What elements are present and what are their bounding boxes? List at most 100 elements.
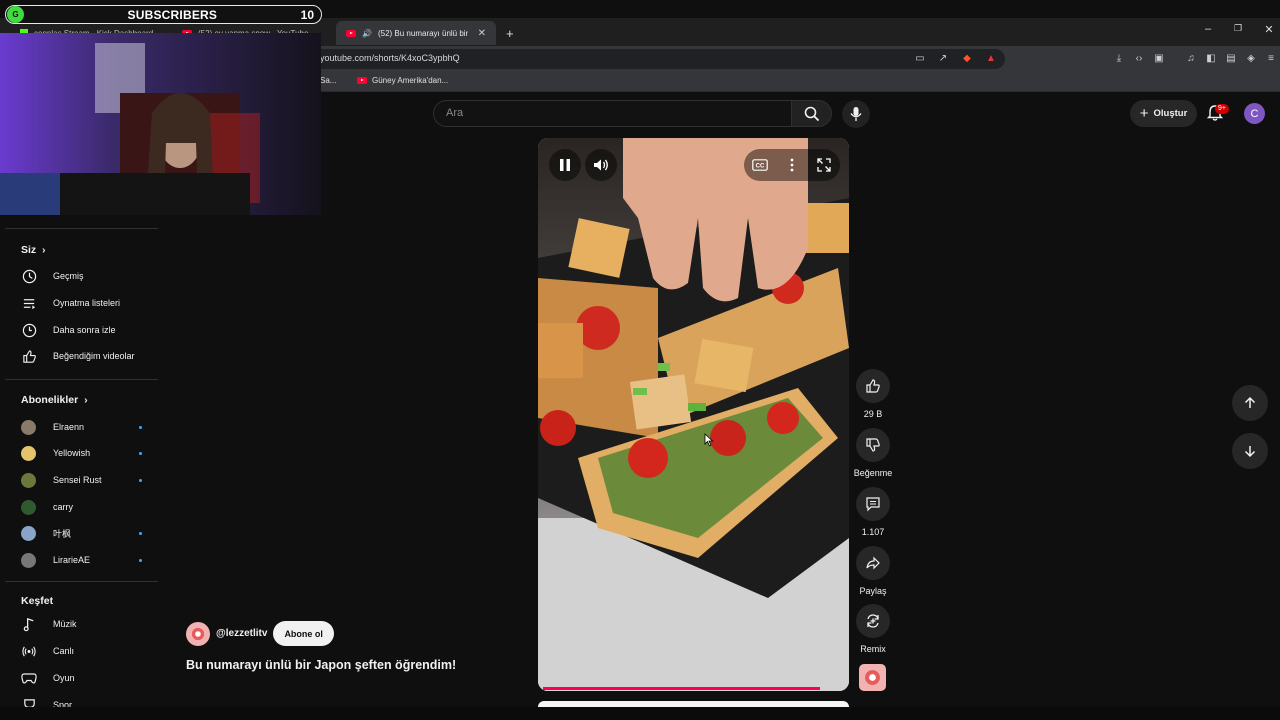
brave-rewards-icon[interactable]: ▲ <box>984 52 998 66</box>
volume-icon <box>594 159 608 171</box>
section-title: Siz <box>21 244 37 256</box>
volume-button[interactable] <box>585 149 617 181</box>
channel-avatar[interactable] <box>186 621 210 646</box>
channel-name: Sensei Rust <box>53 475 102 485</box>
webcam-overlay <box>0 33 321 215</box>
search-icon <box>804 106 819 121</box>
sidebar-section-subscriptions[interactable]: Abonelikler › <box>21 394 88 406</box>
sidebar-item-history[interactable]: Geçmiş <box>21 266 156 286</box>
youtube-icon <box>346 29 356 37</box>
channel-handle[interactable]: @lezzetlitv <box>216 628 267 639</box>
channel-logo-icon <box>865 670 880 685</box>
bookmark-item[interactable]: Sa... <box>320 76 336 85</box>
subscribe-button[interactable]: Abone ol <box>273 621 334 646</box>
arrow-up-icon <box>1244 396 1256 408</box>
sidebar-item-gaming[interactable]: Oyun <box>21 668 156 688</box>
sidebar-item-label: Beğendiğim videolar <box>53 351 135 361</box>
url-field[interactable]: youtube.com/shorts/K4xoC3ypbhQ <box>310 49 1005 69</box>
sidebar-item-music[interactable]: Müzik <box>21 614 156 634</box>
restore-icon[interactable]: ❐ <box>1228 23 1248 34</box>
playback-progress-bar[interactable] <box>543 687 820 690</box>
sidebar-item-channel[interactable]: carry <box>21 497 156 517</box>
plus-icon: + <box>1139 105 1149 122</box>
close-tab-icon[interactable]: ✕ <box>478 28 486 39</box>
cast-icon[interactable]: ▭ <box>913 52 927 66</box>
mouse-cursor-icon <box>704 433 714 447</box>
sidebar-item-label: Oynatma listeleri <box>53 298 121 308</box>
gaming-icon <box>21 670 37 686</box>
sidebar-toggle-icon[interactable]: ◧ <box>1204 52 1218 66</box>
vpn-icon[interactable]: ◈ <box>1244 52 1258 66</box>
new-content-dot <box>139 451 142 455</box>
sidebar-item-channel[interactable]: Yellowish <box>21 443 156 463</box>
comment-count: 1.107 <box>861 527 885 537</box>
remix-action[interactable]: Remix <box>853 604 893 654</box>
audio-playing-icon[interactable]: 🔊 <box>362 29 372 38</box>
share-page-icon[interactable]: ↗ <box>936 52 950 66</box>
shorts-video-player[interactable]: CC <box>538 138 849 691</box>
channel-row: @lezzetlitv Abone ol <box>186 621 334 646</box>
new-tab-button[interactable]: + <box>500 21 522 45</box>
account-avatar[interactable]: C <box>1244 103 1265 124</box>
microphone-icon <box>850 107 862 121</box>
new-content-dot <box>139 478 142 482</box>
previous-short-button[interactable] <box>1232 385 1268 421</box>
brave-shield-icon[interactable]: ◆ <box>960 52 974 66</box>
share-icon <box>866 556 880 570</box>
sidebar-section-you[interactable]: Siz › <box>21 244 46 256</box>
liked-videos-icon <box>21 348 37 364</box>
sidebar: Siz › Geçmiş Oynatma listeleri Daha sonr… <box>5 215 160 720</box>
menu-icon[interactable]: ≡ <box>1264 52 1278 66</box>
channel-avatar <box>21 525 36 541</box>
share-action[interactable]: Paylaş <box>853 546 893 596</box>
next-short-button[interactable] <box>1232 433 1268 469</box>
more-options-button[interactable] <box>783 157 801 173</box>
downloads-icon[interactable]: ⤓ <box>1112 52 1126 66</box>
sidebar-item-watch-later[interactable]: Daha sonra izle <box>21 320 156 340</box>
sound-thumbnail[interactable] <box>859 664 886 691</box>
new-content-dot <box>139 558 142 562</box>
search-placeholder: Ara <box>446 107 464 119</box>
bookmark-label: Sa... <box>320 76 337 85</box>
wallet-icon[interactable]: ▤ <box>1224 52 1238 66</box>
sidebar-item-liked-videos[interactable]: Beğendiğim videolar <box>21 346 156 366</box>
captions-button[interactable]: CC <box>751 157 769 173</box>
dislike-button[interactable] <box>856 428 890 462</box>
search-button[interactable] <box>792 100 832 127</box>
channel-name: LirarieAE <box>53 555 91 565</box>
search-input[interactable]: Ara <box>433 100 792 127</box>
sidebar-item-channel[interactable]: Elraenn <box>21 417 156 437</box>
sidebar-item-playlists[interactable]: Oynatma listeleri <box>21 293 156 313</box>
divider <box>5 379 158 380</box>
captions-icon: CC <box>752 159 768 171</box>
fullscreen-button[interactable] <box>815 157 833 173</box>
watch-later-icon <box>21 322 37 338</box>
like-button[interactable] <box>856 369 890 403</box>
sidebar-item-label: Müzik <box>53 619 77 629</box>
sidebar-item-channel[interactable]: Sensei Rust <box>21 470 156 490</box>
like-count: 29 B <box>863 409 883 419</box>
tab-youtube-short-active[interactable]: 🔊 (52) Bu numarayı ünlü bir Japo ✕ <box>336 21 496 45</box>
like-action[interactable]: 29 B <box>853 369 893 419</box>
remix-button[interactable] <box>856 604 890 638</box>
dev-tools-icon[interactable]: ‹› <box>1132 52 1146 66</box>
sidebar-item-channel[interactable]: LirarieAE <box>21 550 156 570</box>
screenshot-icon[interactable]: ▣ <box>1152 52 1166 66</box>
pause-icon <box>560 159 570 171</box>
voice-search-button[interactable] <box>842 100 870 128</box>
comments-button[interactable] <box>856 487 890 521</box>
short-title[interactable]: Bu numarayı ünlü bir Japon şeften öğrend… <box>186 658 456 672</box>
minimize-icon[interactable]: – <box>1198 23 1218 35</box>
close-window-icon[interactable]: ✕ <box>1259 23 1279 36</box>
channel-name: Elraenn <box>53 422 85 432</box>
pause-button[interactable] <box>549 149 581 181</box>
media-icon[interactable]: ♫ <box>1184 52 1198 66</box>
sidebar-item-channel[interactable]: 叶枫 <box>21 523 156 543</box>
share-button[interactable] <box>856 546 890 580</box>
comments-action[interactable]: 1.107 <box>853 487 893 537</box>
dislike-action[interactable]: Beğenme <box>850 428 896 478</box>
bookmark-item[interactable]: Güney Amerika'dan... <box>357 76 448 85</box>
sidebar-item-live[interactable]: Canlı <box>21 641 156 661</box>
channel-logo-icon <box>191 627 205 640</box>
create-button[interactable]: + Oluştur <box>1130 100 1197 127</box>
